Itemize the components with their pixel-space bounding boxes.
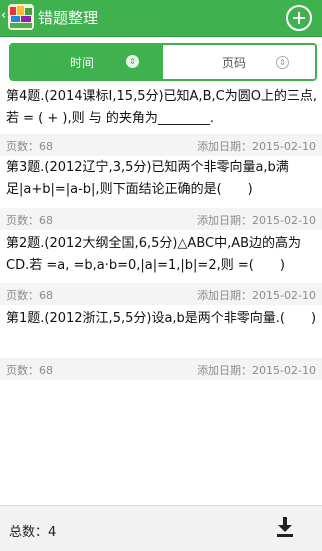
- question-meta: 页数：68 添加日期：2015-02-10: [0, 134, 322, 156]
- question-text: 第3题.(2012辽宁,3,5分)已知两个非零向量a,b满足|a+b|=|a-b…: [6, 160, 289, 197]
- tab-page[interactable]: 页码 ⇕: [163, 45, 315, 79]
- question-meta: 页数：68 添加日期：2015-02-10: [0, 208, 322, 230]
- question-text: 第1题.(2012浙江,5,5分)设a,b是两个非零向量.( ): [6, 311, 317, 326]
- added-date: 添加日期：2015-02-10: [197, 289, 316, 302]
- download-icon[interactable]: [274, 516, 296, 538]
- sort-tabs: 时间 ⇕ 页码 ⇕: [9, 43, 317, 81]
- question-meta: 页数：68 添加日期：2015-02-10: [0, 283, 322, 305]
- sort-icon: ⇕: [276, 56, 289, 69]
- page-count: 页数：68: [6, 364, 53, 377]
- question-meta: 页数：68 添加日期：2015-02-10: [0, 358, 322, 380]
- bottom-bar: 总数：4: [0, 505, 322, 551]
- sort-icon: ⇕: [126, 55, 139, 68]
- page-count: 页数：68: [6, 140, 53, 153]
- tab-time[interactable]: 时间 ⇕: [11, 45, 163, 79]
- added-date: 添加日期：2015-02-10: [197, 214, 316, 227]
- app-logo-icon[interactable]: [8, 4, 34, 30]
- total-count: 总数：4: [9, 525, 57, 540]
- page-count: 页数：68: [6, 289, 53, 302]
- add-button[interactable]: [286, 5, 312, 31]
- added-date: 添加日期：2015-02-10: [197, 140, 316, 153]
- title-bar: ‹ 错题整理: [0, 0, 322, 37]
- tab-page-label: 页码: [221, 55, 246, 70]
- question-text: 第4题.(2014课标Ⅰ,15,5分)已知A,B,C为圆O上的三点,若 = ( …: [6, 89, 318, 126]
- page-title: 错题整理: [38, 9, 99, 27]
- added-date: 添加日期：2015-02-10: [197, 364, 316, 377]
- question-text: 第2题.(2012大纲全国,6,5分)△ABC中,AB边的高为CD.若 =a, …: [6, 236, 302, 273]
- chevron-left-icon[interactable]: ‹: [1, 9, 6, 22]
- tab-time-label: 时间: [69, 55, 94, 70]
- page-count: 页数：68: [6, 214, 53, 227]
